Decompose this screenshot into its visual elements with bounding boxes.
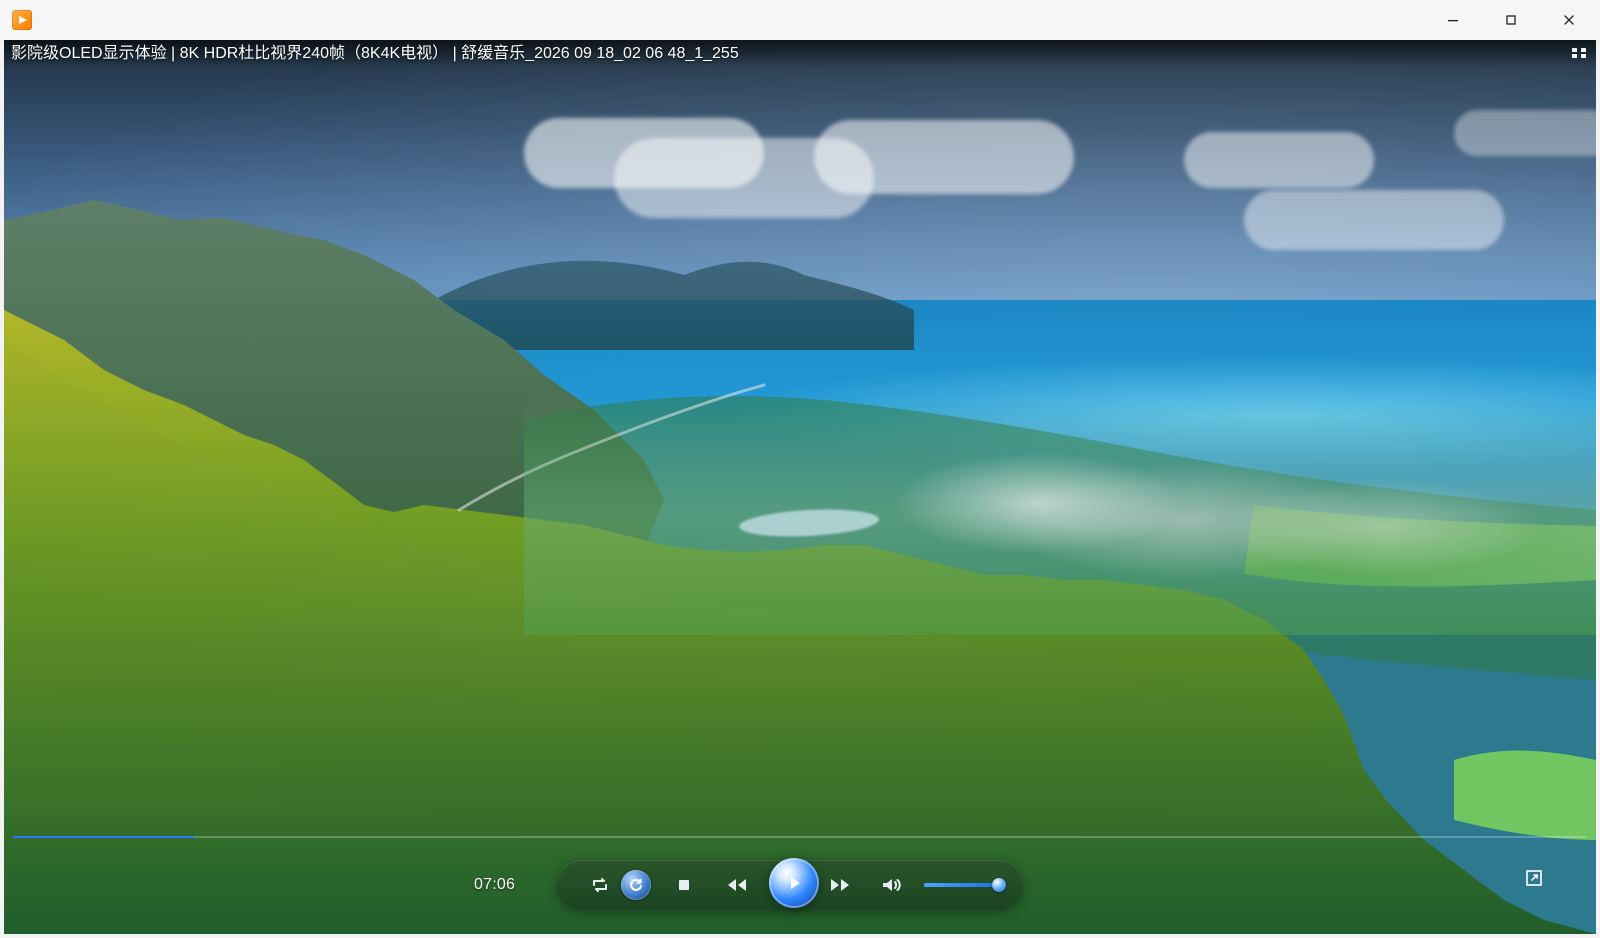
maximize-icon: [1505, 14, 1517, 26]
volume-fill: [924, 883, 1000, 887]
video-title: 影院级OLED显示体验 | 8K HDR杜比视界240帧（8K4K电视） | 舒…: [11, 45, 739, 62]
loop-button[interactable]: [621, 870, 651, 900]
expand-button[interactable]: [1520, 869, 1548, 891]
close-icon: [1563, 14, 1575, 26]
fast-forward-icon: [827, 877, 853, 893]
media-player-icon: [12, 10, 32, 30]
volume-button[interactable]: [877, 872, 907, 898]
rewind-icon: [724, 877, 750, 893]
expand-icon: [1525, 869, 1543, 892]
volume-icon: [880, 876, 904, 894]
grid-icon: [1571, 46, 1587, 64]
volume-knob[interactable]: [992, 878, 1007, 892]
title-bar: [0, 0, 1600, 41]
close-button[interactable]: [1540, 0, 1598, 40]
play-icon: [781, 870, 807, 896]
fast-forward-button[interactable]: [825, 872, 855, 898]
play-button[interactable]: [769, 858, 819, 908]
repeat-button[interactable]: [585, 872, 615, 898]
maximize-button[interactable]: [1482, 0, 1540, 40]
video-viewport[interactable]: 影院级OLED显示体验 | 8K HDR杜比视界240帧（8K4K电视） | 舒…: [4, 40, 1596, 934]
progress-fill: [13, 836, 194, 838]
stop-icon: [676, 877, 692, 893]
playback-controls: [557, 858, 1023, 910]
media-player-window: 影院级OLED显示体验 | 8K HDR杜比视界240帧（8K4K电视） | 舒…: [0, 0, 1600, 938]
rewind-button[interactable]: [722, 872, 752, 898]
repeat-icon: [589, 876, 611, 894]
volume-slider[interactable]: [924, 878, 1007, 892]
loop-icon: [627, 876, 645, 894]
minimize-button[interactable]: [1424, 0, 1482, 40]
progress-bar[interactable]: [13, 836, 1587, 838]
stop-button[interactable]: [669, 872, 699, 898]
town-layer: [524, 395, 1596, 635]
video-frame: [4, 40, 1596, 934]
grid-button[interactable]: [1570, 48, 1588, 62]
minimize-icon: [1447, 14, 1459, 26]
current-time: 07:06: [474, 876, 516, 893]
